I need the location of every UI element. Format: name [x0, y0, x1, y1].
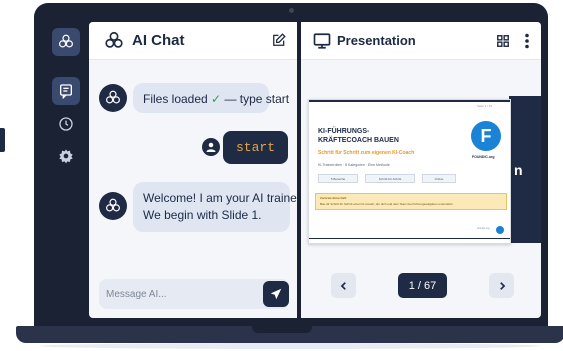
- message-input-bar: [99, 279, 289, 309]
- chat-title: AI Chat: [132, 32, 185, 49]
- page-indicator[interactable]: 1 / 67: [398, 273, 447, 298]
- ai-message-bubble: Welcome! I am your AI trainer. We begin …: [133, 182, 297, 232]
- edit-icon[interactable]: [272, 33, 286, 47]
- previous-slide-button[interactable]: [331, 273, 356, 298]
- slide-footer-line: [309, 238, 510, 239]
- user-avatar: [202, 138, 220, 156]
- laptop-camera: [289, 8, 294, 13]
- screenshot-stage: AI Chat Files loaded ✓ — type start star…: [0, 0, 563, 351]
- next-slide-preview-text: n: [514, 162, 523, 178]
- chevron-right-icon: [499, 281, 505, 290]
- slide-key-message-title: Zentrale Botschaft: [320, 196, 347, 200]
- slide-footer-text: foundic.org: [477, 227, 490, 230]
- user-message-bubble: start: [223, 131, 288, 164]
- send-icon: [270, 288, 282, 300]
- ai-message-line: Welcome! I am your AI trainer.: [143, 191, 297, 205]
- grid-icon[interactable]: [496, 34, 510, 48]
- ai-message-line: We begin with Slide 1.: [143, 208, 262, 222]
- ai-message-bubble: Files loaded ✓ — type start: [133, 83, 289, 113]
- rail-history-button[interactable]: [52, 110, 80, 138]
- presentation-header: Presentation: [301, 22, 541, 60]
- rail-logo-button[interactable]: [52, 28, 80, 56]
- openai-logo-icon: [59, 34, 73, 48]
- message-input[interactable]: [99, 279, 259, 309]
- slide-key-message: Zentrale Botschaft Bau dir Schritt für S…: [315, 193, 507, 210]
- slide-top-bar: [309, 100, 510, 102]
- laptop-base-notch: [252, 326, 312, 333]
- openai-logo-icon: [105, 31, 123, 48]
- user-icon: [206, 142, 216, 152]
- slide-tag: Schritt-für-Schritt: [365, 174, 415, 183]
- presentation-panel: Presentation n Seite 1 / 67 KI-FÜHRUNGS-…: [301, 22, 541, 318]
- slide-heading-line: KI-FÜHRUNGS-: [318, 128, 370, 135]
- slide-page-number: Seite 1 / 67: [477, 104, 493, 108]
- rail-chat-button[interactable]: [52, 77, 80, 105]
- check-icon: ✓: [211, 92, 222, 106]
- openai-logo-icon: [106, 90, 120, 104]
- slide-caption: KI-Trainerrollen · 8 Kategorien · Eine M…: [318, 163, 390, 167]
- laptop-shadow: [40, 343, 540, 349]
- clock-icon: [59, 117, 73, 131]
- slide-tag: Online: [422, 174, 456, 183]
- slide-subheading: Schritt für Schritt zum eigenen KI-Coach: [318, 150, 415, 156]
- ai-avatar: [99, 192, 127, 220]
- foundic-logo-text: FOUNDIC.org: [472, 155, 495, 159]
- ai-avatar: [99, 84, 127, 112]
- side-tab: [0, 128, 5, 152]
- ai-message-text: — type start: [221, 92, 290, 106]
- send-button[interactable]: [263, 281, 289, 307]
- openai-logo-icon: [106, 198, 120, 212]
- next-slide-button[interactable]: [489, 273, 514, 298]
- more-vertical-icon[interactable]: [524, 33, 530, 49]
- slide-heading-line: KRÄFTECOACH BAUEN: [318, 137, 399, 144]
- foundic-logo: F: [471, 121, 501, 151]
- slide-heading: KI-FÜHRUNGS- KRÄFTECOACH BAUEN: [318, 127, 418, 145]
- chat-panel: AI Chat Files loaded ✓ — type start star…: [89, 22, 297, 318]
- chevron-left-icon: [340, 281, 346, 290]
- chat-header: AI Chat: [89, 22, 297, 60]
- gear-icon: [59, 149, 73, 164]
- chat-icon: [60, 84, 72, 99]
- slide-footer-logo: [496, 226, 504, 234]
- monitor-icon: [313, 33, 331, 49]
- slide-key-message-text: Bau dir Schritt für Schritt einen KI-Coa…: [320, 202, 454, 206]
- ai-message-text: Files loaded: [143, 92, 212, 106]
- slide-tag: 5 Bereiche: [318, 174, 358, 183]
- icon-rail: [52, 22, 80, 318]
- current-slide: Seite 1 / 67 KI-FÜHRUNGS- KRÄFTECOACH BA…: [308, 99, 511, 244]
- rail-settings-button[interactable]: [52, 142, 80, 170]
- presentation-title: Presentation: [337, 33, 416, 48]
